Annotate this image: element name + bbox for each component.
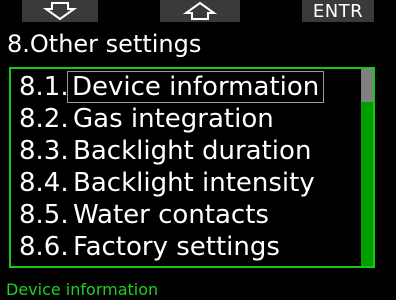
status-description: Device information [6, 280, 159, 299]
scrollbar[interactable] [361, 69, 373, 266]
menu-item-label: Water contacts [73, 200, 269, 230]
menu-item-label: Gas integration [73, 104, 274, 134]
settings-menu: 8.1. Device information 8.2. Gas integra… [9, 67, 375, 268]
menu-item-label: Device information [67, 71, 325, 103]
scrollbar-thumb[interactable] [361, 69, 373, 102]
menu-item-number: 8.6. [19, 232, 69, 262]
softkey-enter-label: ENTR [312, 0, 364, 22]
menu-item-number: 8.3. [19, 136, 69, 166]
softkey-down-button[interactable] [22, 0, 98, 22]
menu-item-label: Factory settings [73, 232, 280, 262]
menu-item-number: 8.2. [19, 104, 69, 134]
menu-item-number: 8.5. [19, 200, 69, 230]
softkey-up-button[interactable] [160, 0, 240, 22]
softkey-enter-button[interactable]: ENTR [302, 0, 374, 22]
page-title: 8.Other settings [7, 30, 202, 58]
softkey-bar: ENTR [0, 0, 396, 22]
menu-item-number: 8.1. [19, 72, 69, 102]
arrow-down-icon [43, 2, 77, 20]
menu-item-label: Backlight intensity [73, 168, 315, 198]
arrow-up-icon [183, 2, 217, 20]
menu-item-number: 8.4. [19, 168, 69, 198]
menu-item-label: Backlight duration [73, 136, 312, 166]
